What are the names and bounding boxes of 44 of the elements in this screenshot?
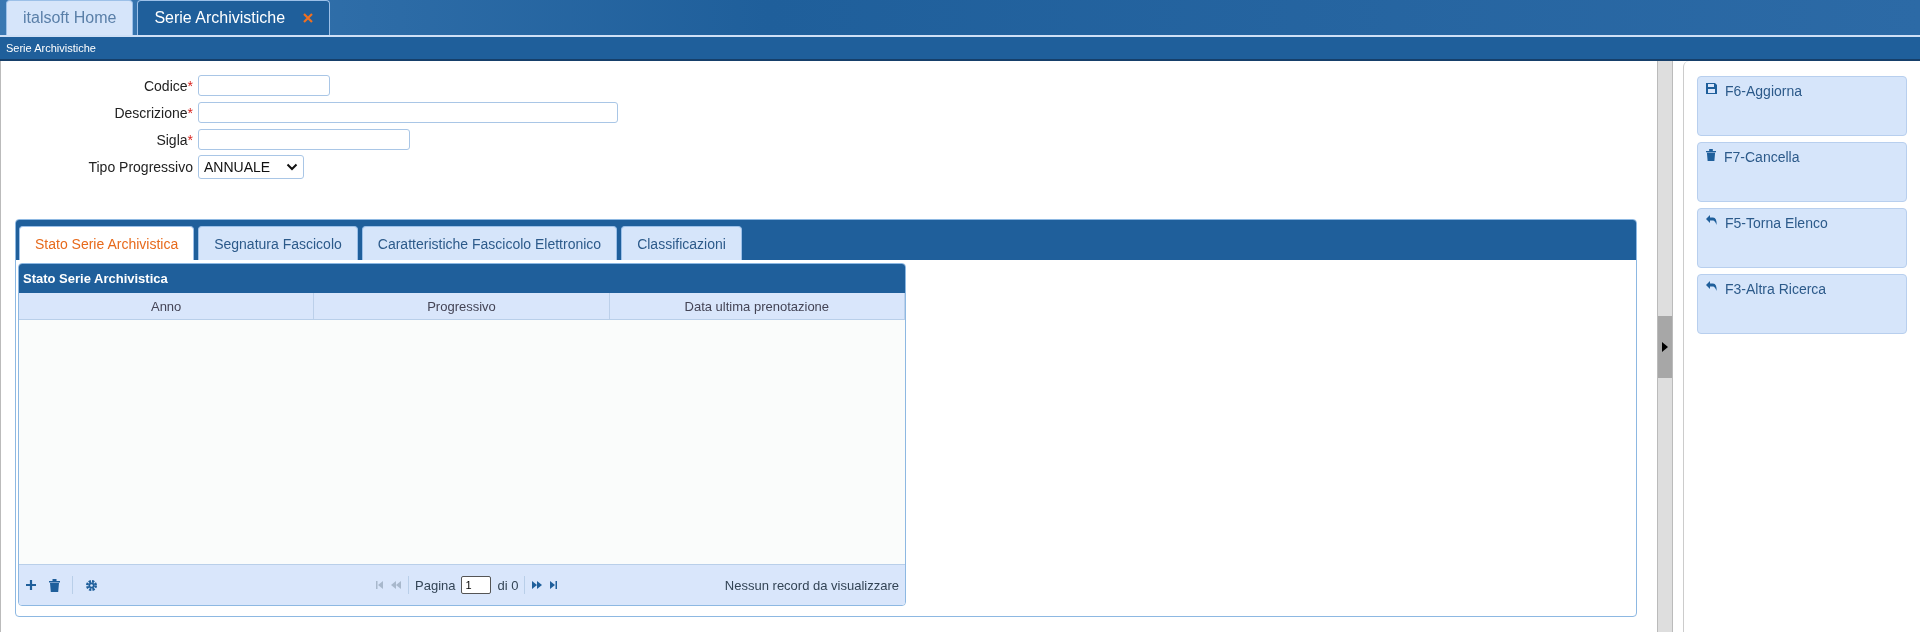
undo-arrow-icon [1706,281,1717,291]
required-mark: * [187,104,193,121]
tab[interactable]: Caratteristiche Fascicolo Elettronico [361,226,618,260]
next-page-icon[interactable] [531,580,544,590]
app-tab[interactable]: Serie Archivistiche [137,0,331,35]
field-label: Tipo Progressivo [88,158,193,175]
close-icon[interactable] [303,13,314,23]
undo-arrow-icon [1706,215,1717,225]
action-button[interactable]: F6-Aggiorna [1697,76,1907,136]
last-page-icon[interactable] [549,580,559,590]
trash-icon [1706,149,1716,161]
column-header[interactable]: Progressivo [314,293,610,319]
page-input[interactable]: 1 [461,576,492,594]
input-field[interactable] [198,102,618,123]
action-button[interactable]: F5-Torna Elenco [1697,208,1907,268]
select-field[interactable]: ANNUALE [198,154,304,179]
tab[interactable]: Stato Serie Archivistica [19,226,195,260]
field-label: Sigla [156,131,188,148]
gear-icon[interactable] [85,578,98,592]
action-button[interactable]: F3-Altra Ricerca [1697,274,1907,334]
action-button[interactable]: F7-Cancella [1697,142,1907,202]
field-label: Descrizione [114,104,188,121]
required-mark: * [187,77,193,94]
record-status: Nessun record da visualizzare [724,577,899,593]
input-field[interactable] [198,129,410,150]
tab[interactable]: Classificazioni [621,226,742,260]
page-label: Pagina [415,577,456,593]
grid-title: Stato Serie Archivistica [23,271,168,286]
plus-icon[interactable] [25,579,37,591]
column-header[interactable]: Data ultima prenotazione [609,293,905,319]
column-header[interactable]: Anno [19,293,315,319]
app-tab[interactable]: italsoft Home [6,0,134,35]
splitter-handle[interactable] [1658,315,1672,378]
tab[interactable]: Segnatura Fascicolo [198,226,358,260]
first-page-icon[interactable] [375,580,384,590]
previous-page-icon[interactable] [390,580,402,590]
trash-icon[interactable] [49,578,60,592]
field-label: Codice [143,77,188,94]
page-title: Serie Archivistiche [6,42,96,54]
chevron-down-icon [286,162,298,171]
triangle-right-icon [1662,341,1668,352]
input-field[interactable] [198,75,330,96]
page-count: di 0 [497,577,519,593]
required-mark: * [187,131,193,148]
